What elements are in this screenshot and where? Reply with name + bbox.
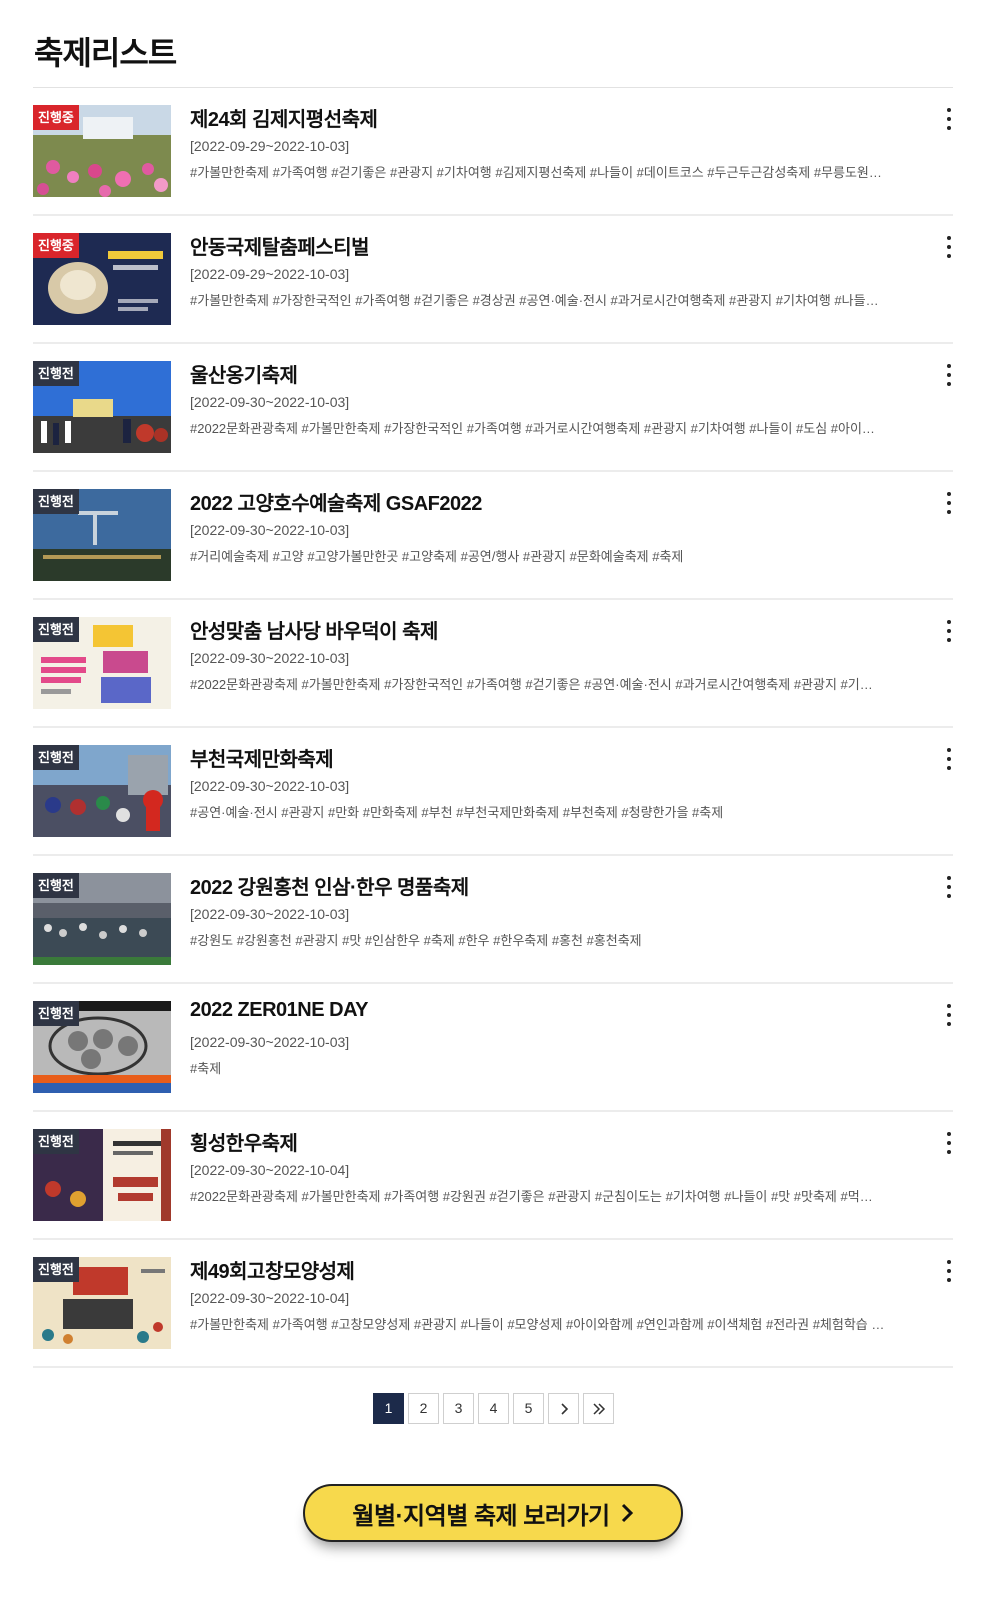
- more-options-icon[interactable]: [945, 876, 953, 898]
- festival-title[interactable]: 안동국제탈춤페스티벌: [190, 231, 370, 260]
- more-options-icon[interactable]: [945, 108, 953, 130]
- monthly-regional-festivals-button[interactable]: 월별·지역별 축제 보러가기: [303, 1484, 683, 1542]
- festival-item[interactable]: 진행전 2022 강원홍천 인삼·한우 명품축제 [2022-09-30~202…: [33, 856, 953, 984]
- festival-title[interactable]: 안성맞춤 남사당 바우덕이 축제: [190, 615, 438, 644]
- festival-item[interactable]: 진행전 2022 ZER01NE DAY [2022-09-30~2022-10…: [33, 984, 953, 1112]
- festival-thumbnail[interactable]: 진행전: [33, 873, 171, 965]
- status-badge: 진행전: [33, 617, 79, 642]
- festival-list: 진행중 제24회 김제지평선축제 [2022-09-29~2022-10-03]…: [33, 88, 953, 1368]
- festival-thumbnail[interactable]: 진행중: [33, 233, 171, 325]
- more-options-icon[interactable]: [945, 748, 953, 770]
- last-page-button[interactable]: [583, 1393, 614, 1424]
- festival-thumbnail[interactable]: 진행전: [33, 1001, 171, 1093]
- status-badge: 진행전: [33, 1129, 79, 1154]
- festival-tags: #가볼만한축제 #가족여행 #고창모양성제 #관광지 #나들이 #모양성제 #아…: [190, 1317, 885, 1332]
- status-badge: 진행전: [33, 489, 79, 514]
- festival-tags: #축제: [190, 1061, 222, 1076]
- more-options-icon[interactable]: [945, 620, 953, 642]
- festival-tags: #가볼만한축제 #가장한국적인 #가족여행 #걷기좋은 #경상권 #공연·예술·…: [190, 293, 879, 308]
- status-badge: 진행전: [33, 1257, 79, 1282]
- chevron-right-icon: [621, 1503, 633, 1523]
- more-options-icon[interactable]: [945, 1132, 953, 1154]
- festival-title[interactable]: 2022 고양호수예술축제 GSAF2022: [190, 487, 482, 516]
- page-button-4[interactable]: 4: [478, 1393, 509, 1424]
- more-options-icon[interactable]: [945, 492, 953, 514]
- festival-tags: #2022문화관광축제 #가볼만한축제 #가장한국적인 #가족여행 #과거로시간…: [190, 421, 875, 436]
- festival-period: [2022-09-30~2022-10-04]: [190, 1290, 350, 1306]
- status-badge: 진행전: [33, 873, 79, 898]
- more-options-icon[interactable]: [945, 236, 953, 258]
- page-button-5[interactable]: 5: [513, 1393, 544, 1424]
- chevron-right-icon: [560, 1402, 568, 1415]
- festival-item[interactable]: 진행전 부천국제만화축제 [2022-09-30~2022-10-03] #공연…: [33, 728, 953, 856]
- festival-thumbnail[interactable]: 진행전: [33, 745, 171, 837]
- festival-item[interactable]: 진행전 울산옹기축제 [2022-09-30~2022-10-03] #2022…: [33, 344, 953, 472]
- festival-period: [2022-09-30~2022-10-03]: [190, 778, 350, 794]
- page-button-2[interactable]: 2: [408, 1393, 439, 1424]
- festival-period: [2022-09-30~2022-10-03]: [190, 650, 350, 666]
- festival-period: [2022-09-30~2022-10-03]: [190, 394, 350, 410]
- pagination: 1 2 3 4 5: [373, 1393, 614, 1424]
- festival-thumbnail[interactable]: 진행전: [33, 489, 171, 581]
- festival-item[interactable]: 진행전 2022 고양호수예술축제 GSAF2022 [2022-09-30~2…: [33, 472, 953, 600]
- status-badge: 진행전: [33, 1001, 79, 1026]
- festival-item[interactable]: 진행전 횡성한우축제 [2022-09-30~2022-10-04] #2022…: [33, 1112, 953, 1240]
- festival-item[interactable]: 진행중 제24회 김제지평선축제 [2022-09-29~2022-10-03]…: [33, 88, 953, 216]
- festival-tags: #2022문화관광축제 #가볼만한축제 #가족여행 #강원권 #걷기좋은 #관광…: [190, 1189, 873, 1204]
- festival-thumbnail[interactable]: 진행전: [33, 1257, 171, 1349]
- page-title: 축제리스트: [34, 35, 177, 71]
- festival-title[interactable]: 울산옹기축제: [190, 359, 298, 388]
- festival-period: [2022-09-30~2022-10-03]: [190, 1034, 350, 1050]
- festival-item[interactable]: 진행중 안동국제탈춤페스티벌 [2022-09-29~2022-10-03] #…: [33, 216, 953, 344]
- status-badge: 진행전: [33, 745, 79, 770]
- festival-tags: #강원도 #강원홍천 #관광지 #맛 #인삼한우 #축제 #한우 #한우축제 #…: [190, 933, 642, 948]
- festival-thumbnail[interactable]: 진행중: [33, 105, 171, 197]
- next-page-button[interactable]: [548, 1393, 579, 1424]
- festival-item[interactable]: 진행전 제49회고창모양성제 [2022-09-30~2022-10-04] #…: [33, 1240, 953, 1368]
- festival-period: [2022-09-30~2022-10-04]: [190, 1162, 350, 1178]
- festival-title[interactable]: 2022 ZER01NE DAY: [190, 999, 369, 1022]
- festival-thumbnail[interactable]: 진행전: [33, 617, 171, 709]
- page-button-3[interactable]: 3: [443, 1393, 474, 1424]
- more-options-icon[interactable]: [945, 1004, 953, 1026]
- festival-title[interactable]: 2022 강원홍천 인삼·한우 명품축제: [190, 871, 469, 900]
- status-badge: 진행중: [33, 233, 79, 258]
- festival-period: [2022-09-30~2022-10-03]: [190, 522, 350, 538]
- festival-tags: #가볼만한축제 #가족여행 #걷기좋은 #관광지 #기차여행 #김제지평선축제 …: [190, 165, 882, 180]
- festival-thumbnail[interactable]: 진행전: [33, 1129, 171, 1221]
- festival-period: [2022-09-29~2022-10-03]: [190, 266, 350, 282]
- festival-thumbnail[interactable]: 진행전: [33, 361, 171, 453]
- festival-tags: #2022문화관광축제 #가볼만한축제 #가장한국적인 #가족여행 #걷기좋은 …: [190, 677, 873, 692]
- festival-title[interactable]: 횡성한우축제: [190, 1127, 298, 1156]
- page-button-1[interactable]: 1: [373, 1393, 404, 1424]
- status-badge: 진행중: [33, 105, 79, 130]
- festival-tags: #공연·예술·전시 #관광지 #만화 #만화축제 #부천 #부천국제만화축제 #…: [190, 805, 724, 820]
- cta-label: 월별·지역별 축제 보러가기: [352, 1502, 610, 1530]
- festival-item[interactable]: 진행전 안성맞춤 남사당 바우덕이 축제 [2022-09-30~2022-10…: [33, 600, 953, 728]
- more-options-icon[interactable]: [945, 364, 953, 386]
- festival-period: [2022-09-30~2022-10-03]: [190, 906, 350, 922]
- festival-title[interactable]: 부천국제만화축제: [190, 743, 334, 772]
- festival-period: [2022-09-29~2022-10-03]: [190, 138, 350, 154]
- festival-title[interactable]: 제24회 김제지평선축제: [190, 103, 378, 132]
- double-chevron-right-icon: [592, 1402, 605, 1415]
- more-options-icon[interactable]: [945, 1260, 953, 1282]
- status-badge: 진행전: [33, 361, 79, 386]
- festival-title[interactable]: 제49회고창모양성제: [190, 1255, 355, 1284]
- festival-tags: #거리예술축제 #고양 #고양가볼만한곳 #고양축제 #공연/행사 #관광지 #…: [190, 549, 684, 564]
